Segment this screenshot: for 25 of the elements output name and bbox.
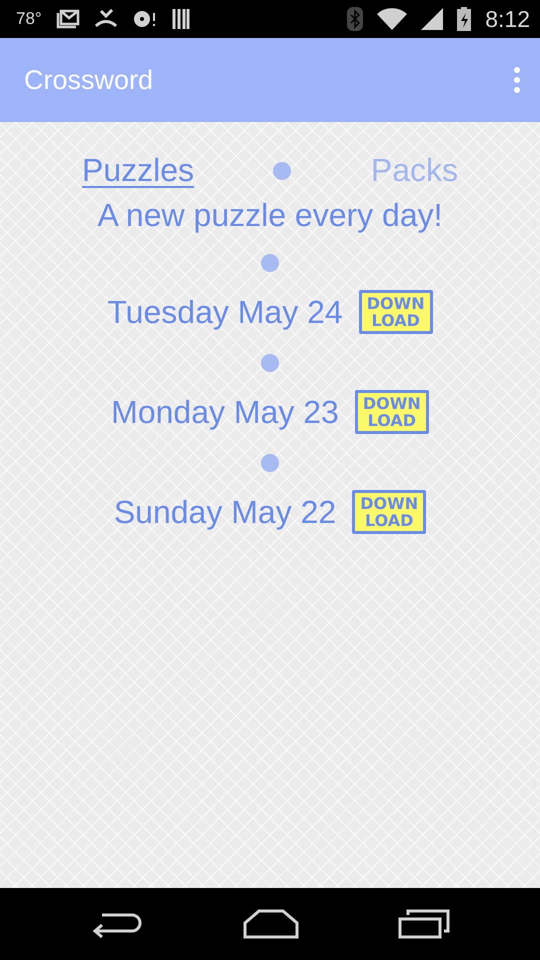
separator-dot: [273, 162, 292, 180]
battery-icon: [457, 7, 472, 31]
separator-dot: [261, 354, 279, 372]
disc-icon: [132, 9, 158, 29]
puzzle-date[interactable]: Tuesday May 24: [107, 294, 343, 330]
download-button[interactable]: DOWN LOAD: [358, 290, 433, 334]
recent-apps-icon[interactable]: [398, 909, 450, 939]
app-title: Crossword: [24, 64, 154, 96]
signal-icon: [421, 8, 444, 30]
download-button[interactable]: DOWN LOAD: [352, 490, 426, 534]
mail-icon: [56, 9, 80, 29]
separator-dot: [261, 254, 279, 272]
tab[interactable]: Packs: [370, 152, 458, 189]
barcode-icon: [172, 9, 190, 29]
temperature: 78°: [16, 9, 42, 29]
home-icon[interactable]: [242, 909, 299, 939]
separator-dot: [261, 454, 279, 472]
clock: 8:12: [485, 6, 530, 32]
download-button[interactable]: DOWN LOAD: [354, 390, 429, 434]
bluetooth-icon: [347, 7, 364, 31]
puzzle-date[interactable]: Sunday May 22: [114, 494, 336, 530]
wifi-icon: [377, 8, 408, 30]
tab[interactable]: Puzzles: [82, 152, 194, 189]
puzzle-date[interactable]: Monday May 23: [111, 394, 339, 430]
tagline: A new puzzle every day!: [97, 197, 443, 234]
